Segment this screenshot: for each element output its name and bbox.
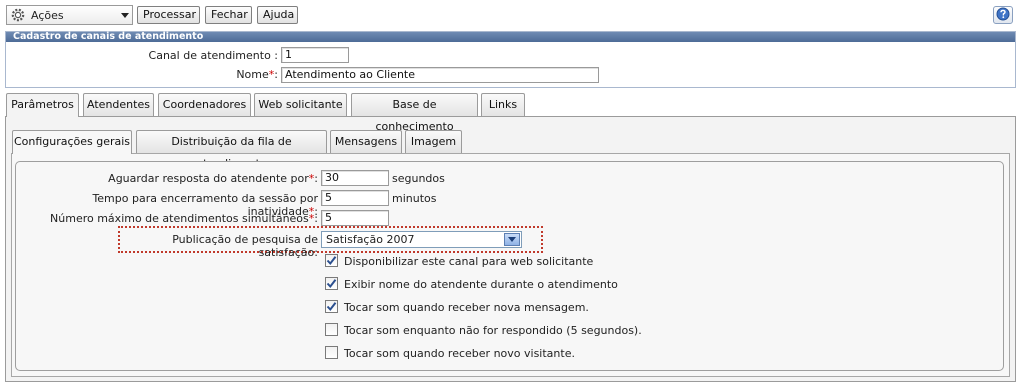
survey-select[interactable]: Satisfação 2007 [321, 231, 522, 248]
channel-label: Canal de atendimento : [148, 49, 278, 62]
panel-title: Cadastro de canais de atendimento [6, 32, 1015, 42]
wait-response-label: Aguardar resposta do atendente por*: [108, 172, 318, 185]
chevron-down-icon [118, 12, 132, 18]
process-button[interactable]: Processar [137, 6, 200, 24]
checkmark-icon [326, 256, 337, 266]
survey-label: Publicação de pesquisa de satisfação: [172, 233, 318, 259]
gear-icon [10, 7, 26, 23]
help-globe-button[interactable] [993, 6, 1013, 24]
checkbox-sound-new-message[interactable] [325, 300, 338, 313]
tab-parametros[interactable]: Parâmetros [6, 93, 79, 117]
checkbox-sound-new-visitor[interactable] [325, 346, 338, 359]
checkbox-web-solicitante[interactable] [325, 254, 338, 267]
tab-coordenadores[interactable]: Coordenadores [158, 93, 251, 116]
checkmark-icon [326, 279, 337, 289]
close-button[interactable]: Fechar [205, 6, 252, 24]
checkmark-icon [326, 302, 337, 312]
subtab-configuracoes-gerais[interactable]: Configurações gerais [12, 130, 132, 154]
survey-select-value: Satisfação 2007 [326, 233, 415, 246]
checkbox-label-sound-new-message: Tocar som quando receber nova mensagem. [344, 301, 589, 314]
help-globe-icon [996, 7, 1010, 24]
tab-base-conhecimento[interactable]: Base de conhecimento [351, 93, 478, 133]
max-sessions-label: Número máximo de atendimentos simultâneo… [50, 212, 318, 225]
tab-links[interactable]: Links [481, 93, 525, 116]
subtab-imagem[interactable]: Imagem [405, 130, 462, 153]
checkbox-sound-unanswered[interactable] [325, 323, 338, 336]
actions-dropdown[interactable]: Ações [6, 5, 133, 25]
subtab-distribuicao-fila[interactable]: Distribuição da fila de atendimento [136, 130, 327, 170]
wait-response-input[interactable]: 30 [321, 170, 389, 186]
session-timeout-input[interactable]: 5 [321, 190, 389, 206]
tab-atendentes[interactable]: Atendentes [83, 93, 154, 116]
checkbox-label-web-solicitante: Disponibilizar este canal para web solic… [344, 255, 594, 268]
subtab-mensagens[interactable]: Mensagens [330, 130, 402, 153]
name-input[interactable]: Atendimento ao Cliente [281, 67, 599, 83]
checkbox-label-show-agent-name: Exibir nome do atendente durante o atend… [344, 278, 618, 291]
seconds-unit: segundos [392, 172, 445, 185]
chevron-down-icon[interactable] [504, 233, 520, 246]
checkbox-label-sound-unanswered: Tocar som enquanto não for respondido (5… [344, 324, 642, 337]
minutes-unit: minutos [392, 192, 437, 205]
name-label: Nome*: [236, 68, 278, 81]
max-sessions-input[interactable]: 5 [321, 210, 389, 226]
tab-web-solicitante[interactable]: Web solicitante [254, 93, 347, 116]
channel-input[interactable]: 1 [281, 47, 349, 63]
checkbox-label-sound-new-visitor: Tocar som quando receber novo visitante. [344, 347, 575, 360]
checkbox-show-agent-name[interactable] [325, 277, 338, 290]
help-button[interactable]: Ajuda [257, 6, 298, 24]
actions-label: Ações [31, 8, 64, 22]
